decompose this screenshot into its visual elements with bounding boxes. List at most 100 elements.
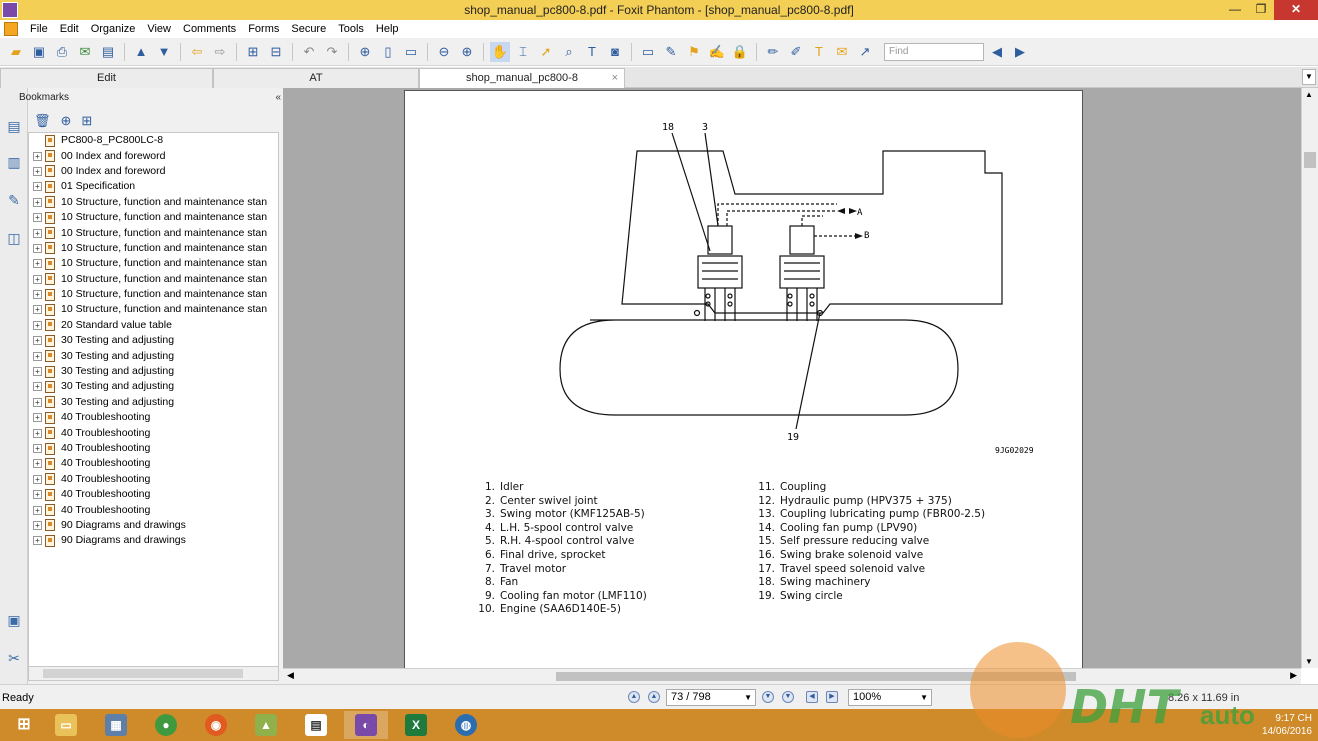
zoom-icon[interactable]: ⊕: [355, 42, 375, 62]
expand-icon[interactable]: +: [33, 397, 42, 407]
bookmark-item[interactable]: +00 Index and foreword: [29, 148, 278, 163]
taskbar-firefox[interactable]: ◉: [194, 711, 238, 739]
highlight-icon[interactable]: ✐: [786, 42, 806, 62]
back-icon[interactable]: ⇦: [187, 42, 207, 62]
bookmark-item[interactable]: +30 Testing and adjusting: [29, 364, 278, 379]
forward-icon[interactable]: ⇨: [210, 42, 230, 62]
form-icon[interactable]: ▭: [638, 42, 658, 62]
bookmark-item[interactable]: +40 Troubleshooting: [29, 487, 278, 502]
bookmark-item[interactable]: +10 Structure, function and maintenance …: [29, 256, 278, 271]
open-icon[interactable]: ▰: [6, 42, 26, 62]
bookmark-item[interactable]: +10 Structure, function and maintenance …: [29, 287, 278, 302]
scroll-left-icon[interactable]: ◀: [287, 670, 294, 681]
expand-icon[interactable]: +: [33, 228, 42, 238]
next-page-icon[interactable]: ▼: [154, 42, 174, 62]
expand-icon[interactable]: +: [33, 259, 42, 269]
tab-shop-manual[interactable]: shop_manual_pc800-8 ×: [419, 68, 625, 88]
system-clock[interactable]: 9:17 CH 14/06/2016: [1262, 712, 1312, 738]
bookmark-item[interactable]: +10 Structure, function and maintenance …: [29, 195, 278, 210]
prev-page-icon[interactable]: ▲: [648, 691, 660, 703]
scan-icon[interactable]: ▤: [98, 42, 118, 62]
scrollbar-thumb[interactable]: [1304, 152, 1316, 168]
first-page-icon[interactable]: ▲: [628, 691, 640, 703]
find-previous-icon[interactable]: ◀: [987, 42, 1007, 62]
expand-icon[interactable]: +: [33, 474, 42, 484]
expand-icon[interactable]: +: [33, 274, 42, 284]
taskbar-chrome[interactable]: ●: [144, 711, 188, 739]
taskbar-excel[interactable]: X: [394, 711, 438, 739]
pencil-icon[interactable]: ✏: [763, 42, 783, 62]
sign-icon[interactable]: ✍: [707, 42, 727, 62]
bookmark-item[interactable]: +40 Troubleshooting: [29, 472, 278, 487]
bookmark-item[interactable]: +30 Testing and adjusting: [29, 333, 278, 348]
snapshot-icon[interactable]: ◙: [605, 42, 625, 62]
bookmark-item[interactable]: +30 Testing and adjusting: [29, 379, 278, 394]
delete-bookmark-icon[interactable]: 🗑: [34, 113, 51, 129]
expand-icon[interactable]: +: [33, 290, 42, 300]
expand-icon[interactable]: +: [33, 351, 42, 361]
zoom-out-icon[interactable]: ⊖: [434, 42, 454, 62]
attachments-panel-icon[interactable]: ▣: [5, 612, 23, 632]
bookmark-item[interactable]: +30 Testing and adjusting: [29, 395, 278, 410]
new-bookmark-icon[interactable]: ⊕: [61, 113, 72, 129]
bookmark-item[interactable]: +01 Specification: [29, 179, 278, 194]
collapse-panel-icon[interactable]: «: [275, 88, 281, 108]
menu-organize[interactable]: Organize: [85, 23, 142, 35]
bookmark-item[interactable]: +10 Structure, function and maintenance …: [29, 302, 278, 317]
scroll-up-icon[interactable]: ▲: [1305, 90, 1313, 99]
find-next-icon[interactable]: ▶: [1010, 42, 1030, 62]
print-icon[interactable]: ⎙: [52, 42, 72, 62]
vertical-scrollbar[interactable]: ▲ ▼: [1301, 88, 1318, 668]
stamp-icon[interactable]: ⚑: [684, 42, 704, 62]
find-icon[interactable]: ⌕: [559, 42, 579, 62]
bookmark-item[interactable]: +40 Troubleshooting: [29, 441, 278, 456]
expand-icon[interactable]: +: [33, 182, 42, 192]
menu-comments[interactable]: Comments: [177, 23, 242, 35]
menu-view[interactable]: View: [141, 23, 177, 35]
taskbar-calculator[interactable]: ▦: [94, 711, 138, 739]
tab-close-icon[interactable]: ×: [612, 69, 618, 87]
find-input[interactable]: Find: [884, 42, 984, 61]
textbox-icon[interactable]: T: [809, 42, 829, 62]
tab-list-chevron-icon[interactable]: ▼: [1302, 69, 1316, 85]
comments-panel-icon[interactable]: ✎: [5, 192, 23, 212]
redo-icon[interactable]: ↷: [322, 42, 342, 62]
menu-secure[interactable]: Secure: [285, 23, 332, 35]
tab-edit[interactable]: Edit: [0, 68, 213, 88]
lock-icon[interactable]: 🔒: [730, 42, 750, 62]
close-button[interactable]: ✕: [1274, 0, 1318, 20]
page-number-field[interactable]: 73 / 798 ▼: [666, 689, 756, 706]
bookmark-root[interactable]: PC800-8_PC800LC-8: [29, 133, 278, 148]
back-view-icon[interactable]: ◀: [806, 691, 818, 703]
insert-page-icon[interactable]: ⊞: [243, 42, 263, 62]
bookmark-item[interactable]: +00 Index and foreword: [29, 164, 278, 179]
layers-panel-icon[interactable]: ◫: [5, 230, 23, 250]
taskbar-document-app[interactable]: ▤: [294, 711, 338, 739]
expand-icon[interactable]: +: [33, 520, 42, 530]
previous-page-icon[interactable]: ▲: [131, 42, 151, 62]
arrow-tool-icon[interactable]: ↗: [855, 42, 875, 62]
extract-page-icon[interactable]: ⊟: [266, 42, 286, 62]
expand-icon[interactable]: +: [33, 413, 42, 423]
bookmark-item[interactable]: +20 Standard value table: [29, 318, 278, 333]
expand-icon[interactable]: +: [33, 367, 42, 377]
menu-help[interactable]: Help: [370, 23, 405, 35]
document-view[interactable]: 18 3 A B 19 9JG02029 1. Idler 2. Center swi…: [283, 88, 1301, 668]
next-page-icon[interactable]: ▼: [762, 691, 774, 703]
taskbar-network-app[interactable]: ◍: [444, 711, 488, 739]
expand-icon[interactable]: +: [33, 336, 42, 346]
tab-at[interactable]: AT: [213, 68, 419, 88]
maximize-button[interactable]: ❐: [1248, 0, 1274, 20]
foxit-app-icon[interactable]: [2, 2, 18, 18]
expand-icon[interactable]: +: [33, 490, 42, 500]
minimize-button[interactable]: —: [1222, 0, 1248, 20]
fit-page-icon[interactable]: ▯: [378, 42, 398, 62]
menu-edit[interactable]: Edit: [54, 23, 85, 35]
bookmark-item[interactable]: +40 Troubleshooting: [29, 425, 278, 440]
document-icon[interactable]: [4, 22, 18, 36]
undo-icon[interactable]: ↶: [299, 42, 319, 62]
expand-icon[interactable]: +: [33, 459, 42, 469]
save-icon[interactable]: ▣: [29, 42, 49, 62]
bookmark-item[interactable]: +30 Testing and adjusting: [29, 348, 278, 363]
bookmark-item[interactable]: +40 Troubleshooting: [29, 456, 278, 471]
